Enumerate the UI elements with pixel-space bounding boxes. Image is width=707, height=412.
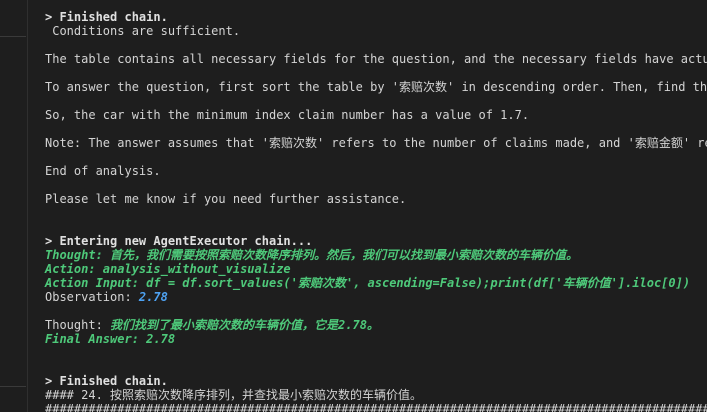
action-input-text: df = df.sort_values('索赔次数', ascending=Fa…: [138, 276, 691, 290]
finished-chain-line-2: > Finished chain.: [45, 374, 168, 388]
observation-line: Observation: 2.78: [45, 290, 168, 304]
thought2-text: 我们找到了最小索赔次数的车辆价值，它是2.78。: [102, 318, 379, 332]
action-input-line: Action Input: df = df.sort_values('索赔次数'…: [45, 276, 690, 290]
thought2-line: Thought: 我们找到了最小索赔次数的车辆价值，它是2.78。: [45, 318, 379, 332]
thought2-label: Thought:: [45, 318, 103, 332]
thought-label: Thought:: [45, 248, 103, 262]
sort-instruction-line: To answer the question, first sort the t…: [45, 80, 707, 94]
action-label: Action:: [45, 262, 96, 276]
note-line: Note: The answer assumes that '索赔次数' ref…: [45, 136, 707, 150]
hash-separator-line: ########################################…: [45, 402, 707, 412]
gutter-divider: [0, 36, 26, 37]
observation-label: Observation:: [45, 290, 132, 304]
result-line: So, the car with the minimum index claim…: [45, 108, 530, 122]
action-line: Action: analysis_without_visualize: [45, 262, 291, 276]
terminal-output: > Finished chain. Conditions are suffici…: [0, 0, 707, 412]
table-fields-line: The table contains all necessary fields …: [45, 52, 707, 66]
thought-text: 首先，我们需要按照索赔次数降序排列。然后，我们可以找到最小索赔次数的车辆价值。: [102, 248, 579, 262]
action-text: analysis_without_visualize: [95, 262, 291, 276]
end-analysis-line: End of analysis.: [45, 164, 161, 178]
gutter-divider: [0, 386, 26, 387]
final-answer-line: Final Answer: 2.78: [45, 332, 176, 346]
action-input-label: Action Input:: [45, 276, 139, 290]
section-heading-line: #### 24. 按照索赔次数降序排列，并查找最小索赔次数的车辆价值。: [45, 388, 423, 402]
assistance-line: Please let me know if you need further a…: [45, 192, 407, 206]
finished-chain-line: > Finished chain.: [45, 10, 168, 24]
entering-chain-line: > Entering new AgentExecutor chain...: [45, 234, 313, 248]
editor-gutter: [0, 0, 28, 412]
observation-value: 2.78: [131, 290, 168, 304]
conditions-line: Conditions are sufficient.: [45, 24, 241, 38]
thought-line: Thought: 首先，我们需要按照索赔次数降序排列。然后，我们可以找到最小索赔…: [45, 248, 578, 262]
